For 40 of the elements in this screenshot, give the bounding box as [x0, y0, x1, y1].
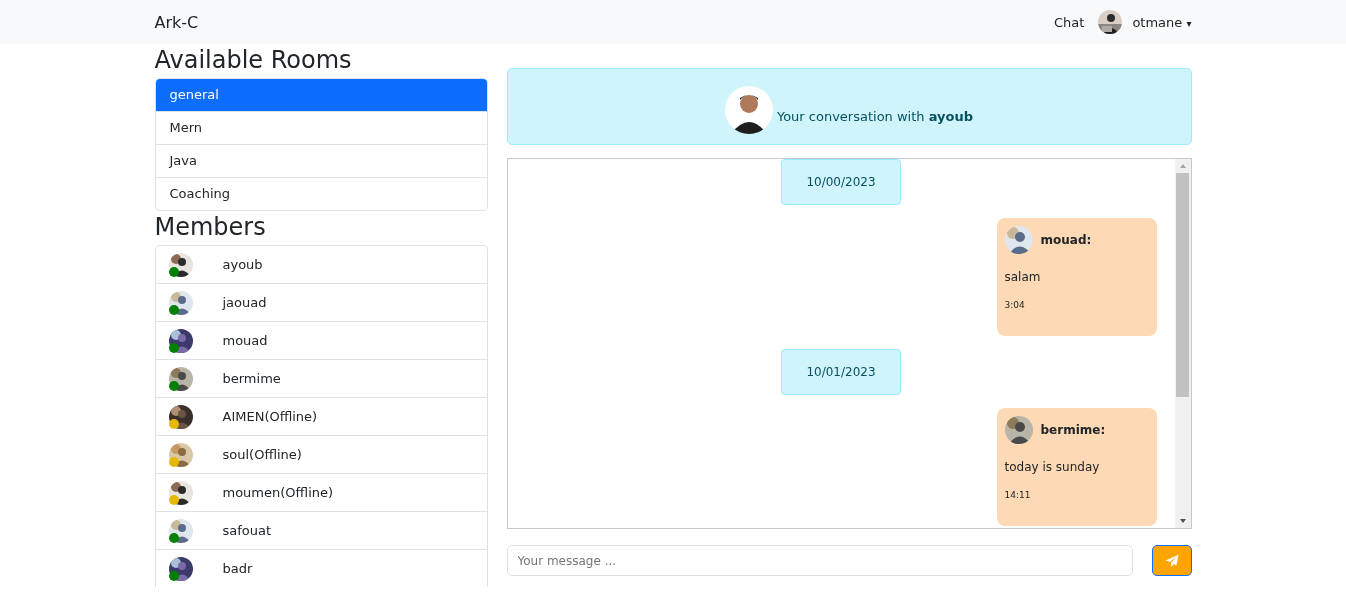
member-item[interactable]: soul(Offline) — [155, 435, 487, 473]
scrollbar[interactable] — [1174, 159, 1191, 528]
member-item[interactable]: ayoub — [155, 246, 487, 283]
member-item[interactable]: safouat — [155, 511, 487, 549]
date-badge: 10/00/2023 — [781, 159, 901, 205]
member-item[interactable]: badr — [155, 549, 487, 587]
message-author: mouad: — [1040, 233, 1092, 247]
message-text: today is sunday — [1004, 460, 1101, 474]
message-author: bermime: — [1040, 423, 1106, 437]
send-button[interactable] — [1151, 545, 1192, 576]
member-name: safouat — [222, 523, 272, 538]
message-time: 14:11 — [1004, 490, 1032, 500]
section-heading: Members — [154, 213, 267, 241]
member-name: ayoub — [222, 257, 263, 272]
member-name: soul(Offline) — [222, 447, 302, 462]
member-item[interactable]: mouad — [155, 321, 487, 359]
member-item[interactable]: moumen(Offline) — [155, 473, 487, 511]
message-input[interactable]: Your message ... — [506, 545, 1133, 576]
member-item[interactable]: bermime — [155, 359, 487, 397]
room-item[interactable]: Coaching — [155, 177, 487, 210]
section-heading: Available Rooms — [154, 46, 353, 74]
room-item[interactable]: Mern — [155, 111, 487, 144]
paper-plane-icon — [1164, 553, 1179, 568]
user-menu[interactable]: otmane ▾ — [1132, 14, 1192, 30]
member-name: jaouad — [222, 295, 267, 310]
message-time: 3:04 — [1004, 300, 1026, 310]
member-item[interactable]: jaouad — [155, 283, 487, 321]
member-item[interactable]: AIMEN(Offline) — [155, 397, 487, 435]
date-badge: 10/01/2023 — [781, 349, 901, 395]
conversation-title: Your conversation with ayoub — [776, 109, 974, 124]
room-item[interactable]: general — [155, 79, 487, 111]
member-name: bermime — [222, 371, 281, 386]
member-name: moumen(Offline) — [222, 485, 334, 500]
member-name: badr — [222, 561, 253, 576]
nav-link[interactable]: Chat — [1054, 14, 1085, 30]
room-item[interactable]: Java — [155, 144, 487, 177]
message-text: salam — [1004, 270, 1042, 284]
member-name: mouad — [222, 333, 268, 348]
member-name: AIMEN(Offline) — [222, 409, 318, 424]
brand-link[interactable]: Ark-C — [154, 12, 199, 32]
